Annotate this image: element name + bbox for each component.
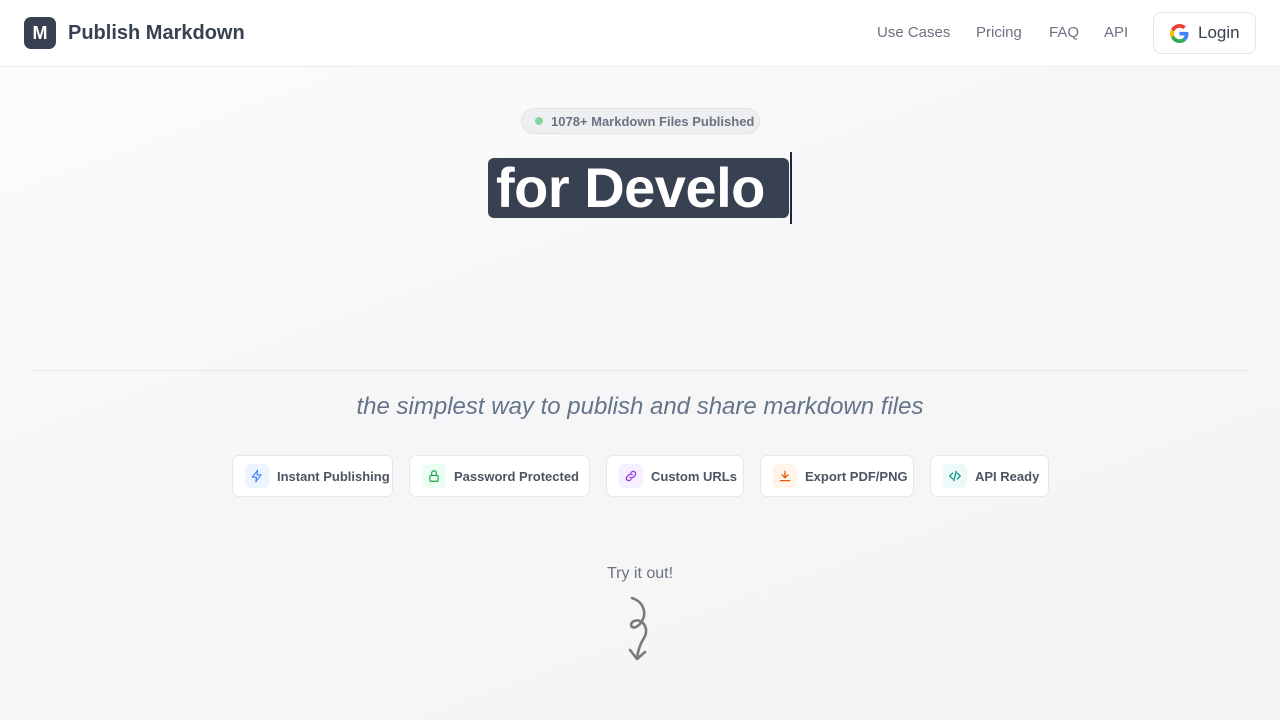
badge-text: 1078+ Markdown Files Published (551, 113, 755, 129)
nav-pricing-link[interactable]: Pricing (976, 24, 1022, 42)
feature-label: Password Protected (454, 468, 579, 484)
feature-chip-instant-publishing: Instant Publishing (232, 455, 393, 497)
curly-arrow-down-icon (622, 594, 658, 669)
lock-icon (422, 464, 446, 488)
typing-caret (790, 152, 792, 224)
link-icon (619, 464, 643, 488)
brand-name[interactable]: Publish Markdown (68, 21, 245, 45)
feature-chip-custom-urls: Custom URLs (606, 455, 744, 497)
section-divider (32, 370, 1248, 371)
nav-faq-link[interactable]: FAQ (1049, 24, 1079, 42)
feature-label: Export PDF/PNG (805, 468, 908, 484)
headline-typed-text: for Develo (488, 158, 789, 218)
logo-icon[interactable]: M (24, 17, 56, 49)
published-count-badge: 1078+ Markdown Files Published (521, 108, 760, 134)
nav-api-link[interactable]: API (1104, 24, 1128, 42)
status-dot-icon (535, 117, 543, 125)
code-icon (943, 464, 967, 488)
download-icon (773, 464, 797, 488)
feature-chip-password-protected: Password Protected (409, 455, 590, 497)
hero-headline: for Develo (488, 152, 792, 224)
login-button[interactable]: Login (1153, 12, 1256, 54)
feature-label: API Ready (975, 468, 1040, 484)
nav-use-cases-link[interactable]: Use Cases (877, 24, 950, 42)
feature-label: Instant Publishing (277, 468, 390, 484)
google-icon (1170, 23, 1198, 43)
feature-label: Custom URLs (651, 468, 737, 484)
feature-chip-api-ready: API Ready (930, 455, 1049, 497)
login-label: Login (1198, 23, 1240, 42)
hero-tagline: the simplest way to publish and share ma… (356, 393, 924, 420)
lightning-icon (245, 464, 269, 488)
try-it-out-label: Try it out! (606, 565, 674, 582)
feature-chip-export: Export PDF/PNG (760, 455, 914, 497)
top-navbar: M Publish Markdown Use Cases Pricing FAQ… (0, 0, 1280, 67)
